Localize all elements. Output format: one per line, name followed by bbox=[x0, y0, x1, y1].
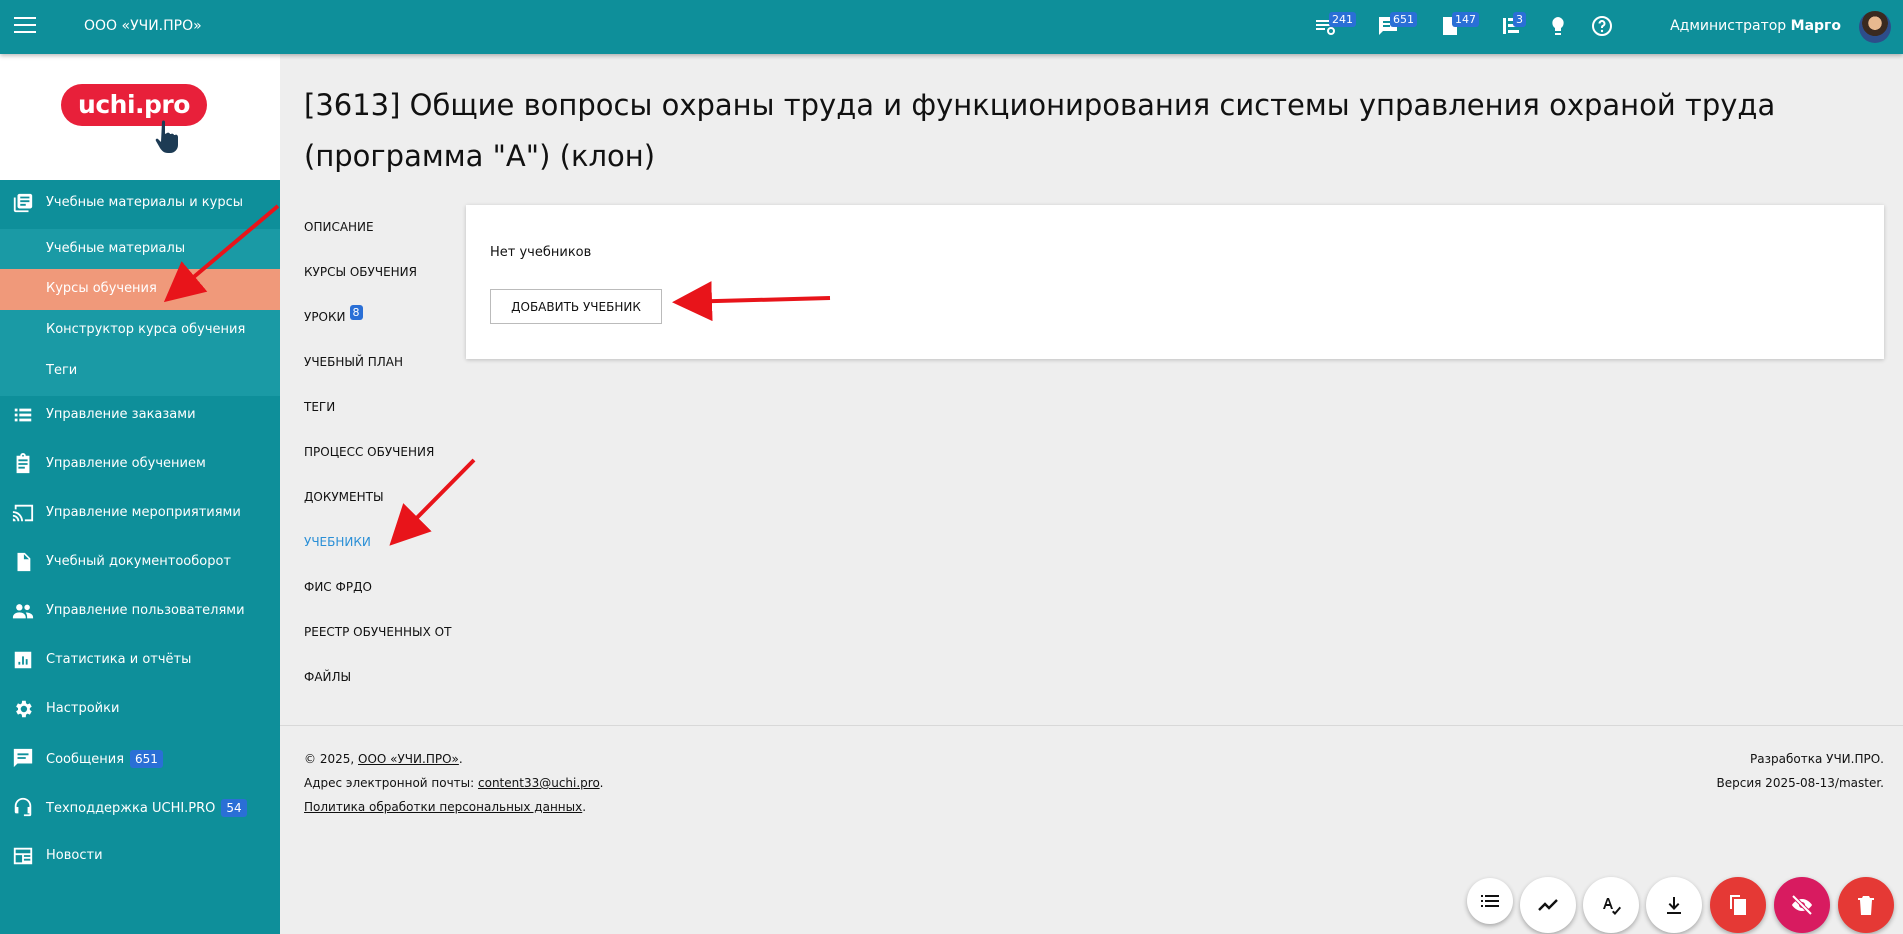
tasks-badge: 147 bbox=[1452, 12, 1479, 27]
email-link[interactable]: content33@uchi.pro bbox=[478, 776, 600, 790]
spellcheck-fab[interactable] bbox=[1583, 877, 1639, 933]
list-badge: 3 bbox=[1513, 12, 1526, 27]
sidebar-item-orders[interactable]: Управление заказами bbox=[0, 395, 280, 435]
news-icon bbox=[13, 847, 33, 865]
people-icon bbox=[12, 604, 34, 619]
tab-textbooks[interactable]: УЧЕБНИКИ bbox=[304, 535, 371, 549]
hide-icon bbox=[1791, 894, 1813, 916]
submenu: Учебные материалы Курсы обучения Констру… bbox=[0, 229, 280, 396]
support-icon bbox=[14, 797, 32, 817]
company-link[interactable]: ООО «УЧИ.ПРО» bbox=[358, 752, 459, 766]
sidebar-item-label: Настройки bbox=[46, 701, 120, 716]
document-icon bbox=[17, 552, 31, 572]
menu-icon[interactable] bbox=[14, 17, 36, 35]
tab-fis-frdo[interactable]: ФИС ФРДО bbox=[304, 580, 372, 594]
hide-fab[interactable] bbox=[1774, 877, 1830, 933]
clipboard-icon bbox=[16, 453, 30, 474]
sidebar-item-label: Техподдержка UCHI.PRO 54 bbox=[46, 799, 247, 817]
sidebar-item-materials[interactable]: Учебные материалы и курсы bbox=[0, 183, 280, 223]
top-bar: ООО «УЧИ.ПРО» 241 651 147 3 Администрато… bbox=[0, 0, 1903, 54]
privacy-link[interactable]: Политика обработки персональных данных bbox=[304, 800, 582, 814]
sidebar-item-settings[interactable]: Настройки bbox=[0, 689, 280, 729]
footer-privacy: Политика обработки персональных данных. bbox=[304, 800, 587, 814]
copy-icon bbox=[1730, 895, 1746, 915]
tab-documents[interactable]: ДОКУМЕНТЫ bbox=[304, 490, 384, 504]
spellcheck-icon bbox=[1603, 898, 1621, 915]
delete-icon bbox=[1858, 896, 1874, 915]
sidebar-item-label: Новости bbox=[46, 848, 103, 863]
lessons-badge: 8 bbox=[349, 305, 363, 320]
trend-icon bbox=[1538, 899, 1558, 911]
textbooks-card: Нет учебников ДОБАВИТЬ УЧЕБНИК bbox=[466, 205, 1884, 359]
list-icon bbox=[1481, 895, 1499, 907]
download-icon bbox=[1667, 897, 1681, 914]
support-badge: 54 bbox=[221, 799, 247, 817]
chat-badge: 651 bbox=[1390, 12, 1417, 27]
tab-tags[interactable]: ТЕГИ bbox=[304, 400, 335, 414]
page-title: [3613] Общие вопросы охраны труда и функ… bbox=[304, 88, 1776, 173]
sidebar-item-learning[interactable]: Управление обучением bbox=[0, 444, 280, 484]
delete-fab[interactable] bbox=[1838, 877, 1894, 933]
submenu-item-label: Конструктор курса обучения bbox=[46, 322, 246, 337]
sidebar-item-label: Сообщения 651 bbox=[46, 750, 163, 768]
trend-fab[interactable] bbox=[1520, 877, 1576, 933]
logo[interactable]: uchi.pro bbox=[0, 54, 280, 180]
idea-icon[interactable] bbox=[1546, 14, 1570, 38]
sidebar-item-label: Управление мероприятиями bbox=[46, 505, 241, 520]
sidebar: uchi.pro Учебные материалы и курсы Учебн… bbox=[0, 54, 280, 934]
messages-badge: 651 bbox=[130, 750, 163, 768]
chart-icon bbox=[14, 651, 32, 669]
footer-version: Версия 2025-08-13/master. bbox=[1716, 776, 1884, 790]
sidebar-item-messages[interactable]: Сообщения 651 bbox=[0, 738, 280, 778]
sidebar-item-label: Управление обучением bbox=[46, 456, 206, 471]
hand-pointer-icon bbox=[155, 120, 178, 153]
submenu-item-constructor[interactable]: Конструктор курса обучения bbox=[0, 310, 280, 351]
submenu-item-courses[interactable]: Курсы обучения bbox=[0, 269, 280, 310]
tab-process[interactable]: ПРОЦЕСС ОБУЧЕНИЯ bbox=[304, 445, 434, 459]
sidebar-item-events[interactable]: Управление мероприятиями bbox=[0, 493, 280, 533]
sidebar-item-label: Статистика и отчёты bbox=[46, 652, 192, 667]
sidebar-item-docflow[interactable]: Учебный документооборот bbox=[0, 542, 280, 582]
gear-icon bbox=[16, 700, 32, 718]
sidebar-item-label: Управление заказами bbox=[46, 407, 196, 422]
admin-name[interactable]: Администратор Марго bbox=[1670, 18, 1841, 34]
tab-description[interactable]: ОПИСАНИЕ bbox=[304, 220, 374, 234]
list-fab[interactable] bbox=[1467, 878, 1513, 924]
tab-registry[interactable]: РЕЕСТР ОБУЧЕННЫХ ОТ bbox=[304, 625, 451, 639]
add-textbook-button[interactable]: ДОБАВИТЬ УЧЕБНИК bbox=[490, 289, 662, 324]
tab-curriculum[interactable]: УЧЕБНЫЙ ПЛАН bbox=[304, 355, 403, 369]
submenu-item-label: Учебные материалы bbox=[46, 241, 186, 256]
sidebar-item-users[interactable]: Управление пользователями bbox=[0, 591, 280, 631]
sidebar-item-label: Учебный документооборот bbox=[46, 554, 231, 569]
sidebar-item-label: Управление пользователями bbox=[46, 603, 245, 618]
empty-state-text: Нет учебников bbox=[490, 245, 592, 260]
sidebar-item-support[interactable]: Техподдержка UCHI.PRO 54 bbox=[0, 787, 280, 827]
sidebar-item-label: Учебные материалы и курсы bbox=[46, 195, 244, 210]
feed-badge: 241 bbox=[1329, 12, 1356, 27]
download-fab[interactable] bbox=[1646, 877, 1702, 933]
tab-files[interactable]: ФАЙЛЫ bbox=[304, 670, 351, 684]
footer-dev: Разработка УЧИ.ПРО. bbox=[1750, 752, 1884, 766]
arrow-to-textbooks-tab bbox=[389, 458, 476, 546]
submenu-item-tags[interactable]: Теги bbox=[0, 351, 280, 392]
help-icon[interactable] bbox=[1590, 14, 1614, 38]
submenu-item-materials[interactable]: Учебные материалы bbox=[0, 229, 280, 270]
logo-text: uchi.pro bbox=[61, 84, 207, 126]
submenu-item-label: Курсы обучения bbox=[46, 281, 157, 296]
cast-icon bbox=[12, 504, 34, 522]
tab-courses[interactable]: КУРСЫ ОБУЧЕНИЯ bbox=[304, 265, 417, 279]
submenu-item-label: Теги bbox=[46, 363, 78, 378]
sidebar-item-stats[interactable]: Статистика и отчёты bbox=[0, 640, 280, 680]
footer-divider bbox=[280, 725, 1903, 726]
tab-lessons[interactable]: УРОКИ 8 bbox=[304, 305, 363, 325]
footer-copyright: © 2025, ООО «УЧИ.ПРО». bbox=[304, 752, 463, 766]
sidebar-item-news[interactable]: Новости bbox=[0, 836, 280, 876]
copy-fab[interactable] bbox=[1710, 877, 1766, 933]
book-icon bbox=[13, 193, 33, 213]
avatar[interactable] bbox=[1859, 11, 1891, 43]
message-icon bbox=[13, 748, 33, 768]
footer-email: Адрес электронной почты: content33@uchi.… bbox=[304, 776, 604, 790]
org-title[interactable]: ООО «УЧИ.ПРО» bbox=[84, 18, 202, 34]
list-icon bbox=[14, 408, 32, 422]
